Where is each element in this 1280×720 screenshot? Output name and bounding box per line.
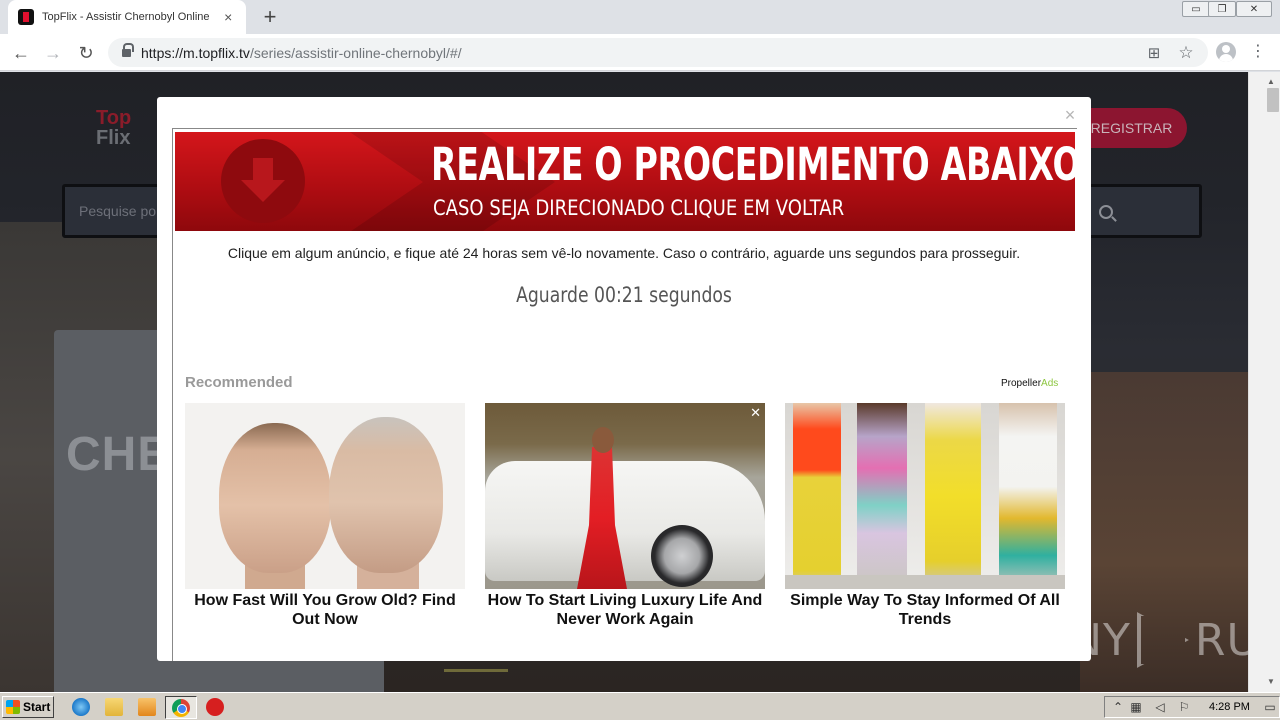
- start-label: Start: [23, 700, 51, 714]
- recommended-label: Recommended: [185, 374, 293, 391]
- search-placeholder: Pesquise po: [79, 203, 157, 219]
- ad-image-car-body: [485, 461, 765, 581]
- forward-button[interactable]: →: [40, 40, 66, 66]
- banner-subtitle: CASO SEJA DIRECIONADO CLIQUE EM VOLTAR: [433, 196, 845, 220]
- profile-avatar-icon[interactable]: [1216, 42, 1236, 62]
- url-host: https://m.topflix.tv: [141, 45, 250, 61]
- show-desktop-icon[interactable]: ▭: [1263, 700, 1277, 714]
- browser-menu-icon[interactable]: ⋮: [1250, 42, 1266, 62]
- close-window-button[interactable]: ✕: [1236, 1, 1272, 17]
- internet-explorer-icon[interactable]: [72, 698, 90, 716]
- network-icon[interactable]: ▦: [1129, 700, 1143, 714]
- arrow-down-icon: [241, 158, 285, 204]
- modal-notice-text: Clique em algum anúncio, e fique até 24 …: [227, 245, 1021, 261]
- topflix-logo[interactable]: Top Flix: [96, 108, 144, 148]
- ad-card-caption[interactable]: Simple Way To Stay Informed Of All Trend…: [785, 591, 1065, 629]
- new-tab-button[interactable]: +: [258, 4, 282, 29]
- ad-close-icon[interactable]: ✕: [750, 405, 761, 421]
- address-bar[interactable]: https://m.topflix.tv/series/assistir-onl…: [108, 38, 1208, 67]
- ad-image-model: [857, 403, 907, 589]
- ad-image-car[interactable]: ✕: [485, 403, 765, 589]
- tab-title: TopFlix - Assistir Chernobyl Online D: [42, 11, 213, 23]
- watermark-left-text: ANY: [1038, 614, 1131, 666]
- topflix-favicon-icon: [18, 9, 34, 25]
- windows-taskbar: Start ⌃ ▦ ◁ ⚐ 4:28 PM ▭: [0, 692, 1280, 720]
- url-text[interactable]: https://m.topflix.tv/series/assistir-onl…: [141, 45, 462, 61]
- anyrun-watermark: ANY RUN: [1038, 610, 1280, 670]
- action-center-flag-icon[interactable]: ⚐: [1177, 700, 1191, 714]
- tab-close-icon[interactable]: ×: [221, 9, 237, 25]
- instruction-banner[interactable]: REALIZE O PROCEDIMENTO ABAIXO CASO SEJA …: [175, 132, 1075, 231]
- browser-toolbar: ← → ↻ https://m.topflix.tv/series/assist…: [0, 34, 1280, 71]
- scroll-thumb[interactable]: [1267, 88, 1279, 112]
- ads-brand-main: Propeller: [1001, 378, 1042, 389]
- logo-bottom-text: Flix: [96, 127, 131, 149]
- lock-icon[interactable]: [122, 43, 134, 58]
- ad-image-model: [925, 403, 981, 589]
- ad-image-model: [793, 403, 841, 589]
- file-explorer-icon[interactable]: [105, 698, 123, 716]
- logo-top-text: Top: [96, 107, 132, 129]
- search-icon[interactable]: [1099, 205, 1113, 219]
- system-tray: ⌃ ▦ ◁ ⚐ 4:28 PM ▭: [1104, 696, 1280, 718]
- bookmark-star-icon[interactable]: ☆: [1176, 43, 1196, 63]
- propeller-ads-brand[interactable]: PropellerAds: [1001, 378, 1058, 389]
- url-path: /series/assistir-online-chernobyl/#/: [249, 45, 462, 61]
- ad-image-model: [999, 403, 1057, 589]
- media-player-icon[interactable]: [138, 698, 156, 716]
- carousel-indicator[interactable]: [444, 669, 508, 672]
- ad-card-grow-old[interactable]: How Fast Will You Grow Old? Find Out Now: [185, 403, 465, 629]
- windows-logo-icon: [6, 700, 20, 714]
- ad-modal: × REALIZE O PROCEDIMENTO ABAIXO CASO SEJ…: [157, 97, 1091, 661]
- tab-strip: TopFlix - Assistir Chernobyl Online D × …: [0, 0, 1280, 34]
- minimize-window-button[interactable]: ▭: [1182, 1, 1210, 17]
- security-app-icon[interactable]: [206, 698, 224, 716]
- tab-topflix[interactable]: TopFlix - Assistir Chernobyl Online D ×: [8, 0, 246, 34]
- play-icon: [1136, 612, 1189, 668]
- taskbar-clock[interactable]: 4:28 PM: [1209, 701, 1250, 713]
- start-button[interactable]: Start: [2, 696, 54, 718]
- reload-button[interactable]: ↻: [73, 40, 99, 66]
- restore-window-button[interactable]: ❐: [1208, 1, 1236, 17]
- ad-image-runway-floor: [785, 575, 1065, 589]
- ad-card-caption[interactable]: How Fast Will You Grow Old? Find Out Now: [185, 591, 465, 629]
- ad-image-faces[interactable]: [185, 403, 465, 589]
- ad-card-caption[interactable]: How To Start Living Luxury Life And Neve…: [485, 591, 765, 629]
- scroll-down-icon[interactable]: ▼: [1263, 674, 1279, 690]
- page-scrollbar[interactable]: ▲ ▼: [1248, 72, 1280, 692]
- translate-icon[interactable]: ⊞: [1144, 43, 1164, 63]
- ad-image-old-face: [329, 417, 443, 573]
- ads-brand-suffix: Ads: [1041, 378, 1059, 389]
- ad-card-luxury-life[interactable]: ✕ How To Start Living Luxury Life And Ne…: [485, 403, 765, 629]
- ad-image-car-wheel: [651, 525, 713, 587]
- tray-expand-icon[interactable]: ⌃: [1111, 700, 1125, 714]
- modal-close-icon[interactable]: ×: [1062, 106, 1078, 124]
- banner-title: REALIZE O PROCEDIMENTO ABAIXO: [431, 138, 1075, 191]
- back-button[interactable]: ←: [8, 40, 34, 66]
- ad-image-runway[interactable]: [785, 403, 1065, 589]
- countdown-text: Aguarde 00:21 segundos: [516, 283, 732, 307]
- ad-card-trends[interactable]: Simple Way To Stay Informed Of All Trend…: [785, 403, 1065, 629]
- ad-image-model-head: [592, 427, 614, 453]
- ad-image-young-face: [219, 423, 331, 573]
- taskbar-chrome-active[interactable]: [165, 696, 197, 719]
- chrome-icon: [172, 699, 190, 717]
- volume-icon[interactable]: ◁: [1153, 700, 1167, 714]
- poster-title-text: CHE: [66, 428, 171, 481]
